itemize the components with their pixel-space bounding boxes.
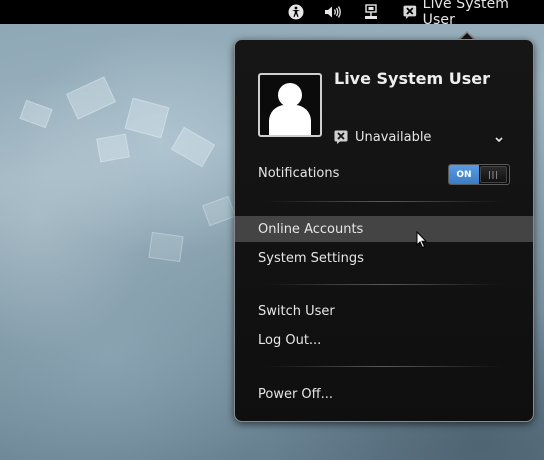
- user-unavailable-icon: [334, 130, 348, 144]
- wallpaper-shard: [170, 126, 216, 168]
- wallpaper-shard: [66, 76, 116, 120]
- mouse-cursor-icon: [416, 231, 428, 249]
- wallpaper-shard: [124, 97, 170, 139]
- accessibility-menu-button[interactable]: [286, 0, 306, 24]
- menu-item-label: Switch User: [258, 303, 335, 319]
- top-bar: Live System User: [0, 0, 544, 28]
- menu-user-name: Live System User: [334, 69, 491, 88]
- user-unavailable-icon: [403, 5, 417, 19]
- menu-item-label: System Settings: [258, 250, 364, 266]
- menu-separator: [265, 284, 503, 285]
- notifications-toggle[interactable]: ON |||: [448, 164, 510, 185]
- menu-item-log-out[interactable]: Log Out...: [235, 327, 533, 353]
- wallpaper-shard: [148, 231, 184, 263]
- network-menu-button[interactable]: [361, 0, 381, 24]
- menu-item-label: Online Accounts: [258, 221, 364, 237]
- wallpaper-shard: [19, 99, 53, 129]
- menu-item-system-settings[interactable]: System Settings: [235, 245, 533, 271]
- toggle-knob[interactable]: |||: [480, 166, 507, 183]
- menu-item-label: Log Out...: [258, 332, 322, 348]
- menu-item-label: Power Off...: [258, 386, 334, 402]
- menu-item-power-off[interactable]: Power Off...: [235, 381, 533, 407]
- avatar-body: [269, 105, 311, 135]
- user-menu-popup: Live System User Unavailable Notificatio…: [234, 39, 534, 422]
- status-selector[interactable]: Unavailable: [334, 126, 504, 148]
- volume-menu-button[interactable]: [323, 0, 343, 24]
- topbar-user-name: Live System User: [422, 0, 510, 28]
- volume-icon: [325, 6, 341, 18]
- network-wired-icon: [365, 4, 377, 19]
- user-menu-button[interactable]: Live System User: [403, 0, 543, 28]
- status-label: Unavailable: [355, 129, 432, 145]
- accessibility-icon: [288, 4, 304, 20]
- menu-item-online-accounts[interactable]: Online Accounts: [235, 216, 533, 242]
- wallpaper-shard: [96, 133, 130, 163]
- avatar-head: [278, 83, 302, 107]
- menu-separator: [265, 366, 503, 367]
- menu-item-switch-user[interactable]: Switch User: [235, 298, 533, 324]
- wallpaper-shard: [202, 195, 236, 227]
- chevron-down-icon: [495, 137, 503, 143]
- toggle-on-label: ON: [449, 165, 479, 184]
- user-avatar-icon[interactable]: [258, 73, 322, 137]
- menu-separator: [265, 201, 503, 202]
- notifications-label: Notifications: [258, 166, 340, 181]
